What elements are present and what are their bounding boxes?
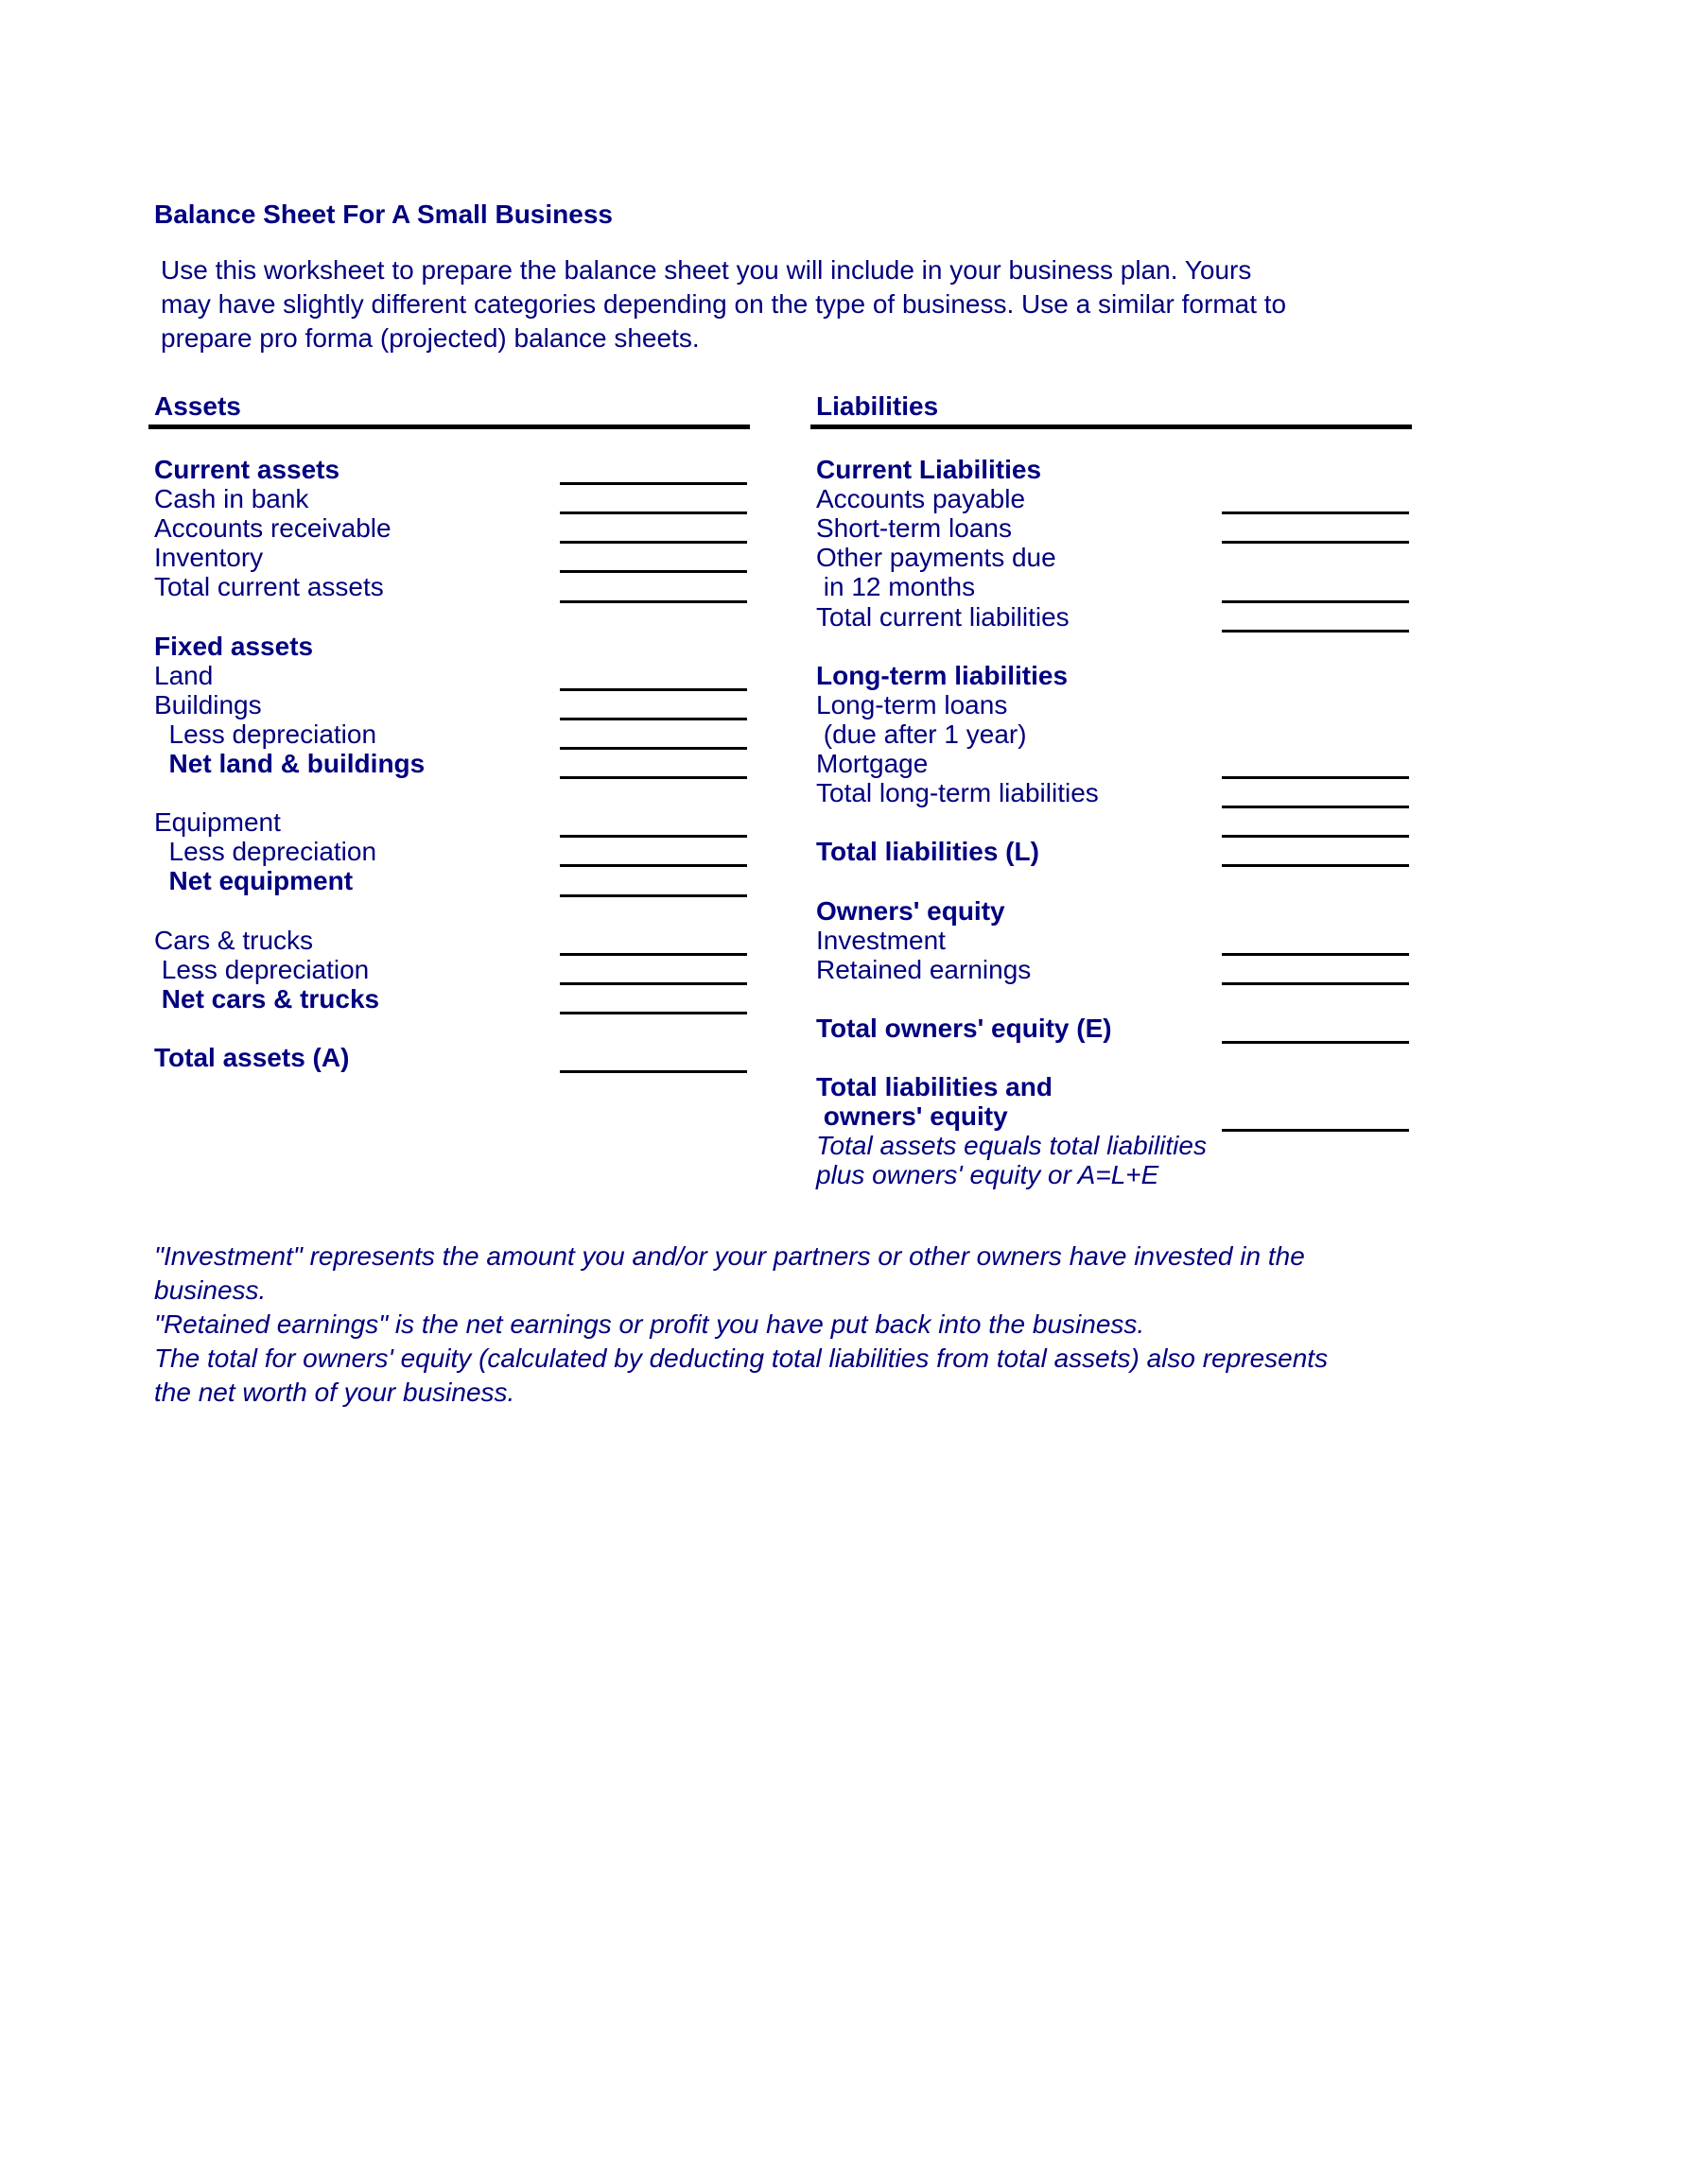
liability-row-label: Total liabilities (L) [816,837,1039,867]
liability-row-label: Owners' equity [816,895,1005,926]
asset-amount-blank[interactable] [560,482,747,486]
liability-row-label: Long-term loans [816,689,1008,719]
liability-row-label: Total long-term liabilities [816,778,1099,808]
asset-row-label: Equipment [154,807,281,838]
liability-row-label: Investment [816,925,946,955]
asset-amount-blank[interactable] [560,511,747,515]
asset-amount-blank[interactable] [560,1070,747,1074]
asset-amount-blank[interactable] [560,864,747,868]
asset-row-label: Current assets [154,455,340,484]
asset-amount-blank[interactable] [560,981,747,985]
asset-amount-blank[interactable] [560,776,747,780]
asset-row-label: Net land & buildings [154,749,426,778]
intro-paragraph: Use this worksheet to prepare the balanc… [161,253,1390,355]
intro-line: prepare pro forma (projected) balance sh… [161,323,700,353]
liabilities-header-rule [810,425,1412,429]
asset-row-label: Total assets (A) [154,1043,350,1072]
asset-row-label: Less depreciation [154,954,370,984]
footnote-line: "Retained earnings" is the net earnings … [154,1309,1145,1339]
asset-amount-blank[interactable] [560,1011,747,1014]
liability-amount-blank[interactable] [1222,864,1409,868]
liability-row-label: owners' equity [816,1101,1008,1132]
liabilities-header: Liabilities [816,391,939,421]
liability-row-label: Total owners' equity (E) [816,1013,1112,1043]
asset-row-label: Less depreciation [154,837,377,867]
footnote-line: "Investment" represents the amount you a… [154,1241,1305,1271]
liability-row-label: Total current liabilities [816,601,1070,632]
liability-row-label: Accounts payable [816,484,1026,514]
asset-row-label: Buildings [154,689,262,719]
liability-row-label: Other payments due [816,543,1056,573]
footnote-line: the net worth of your business. [154,1378,515,1407]
liability-row-label: Short-term loans [816,513,1012,544]
liability-amount-blank[interactable] [1222,776,1409,780]
asset-amount-blank[interactable] [560,835,747,839]
asset-amount-blank[interactable] [560,599,747,603]
asset-amount-blank[interactable] [560,687,747,691]
asset-amount-blank[interactable] [560,541,747,545]
asset-row-label: Net equipment [154,866,354,896]
asset-row-label: Fixed assets [154,631,314,661]
liability-amount-blank[interactable] [1222,806,1409,809]
asset-amount-blank[interactable] [560,952,747,956]
liability-amount-blank[interactable] [1222,835,1409,839]
asset-row-label: Less depreciation [154,719,377,749]
liability-amount-blank[interactable] [1222,629,1409,633]
liability-amount-blank[interactable] [1222,511,1409,515]
asset-row-label: Cars & trucks [154,925,314,955]
asset-row-label: Cash in bank [154,484,309,514]
assets-header-rule [148,425,750,429]
liability-row-label: Retained earnings [816,954,1032,984]
page-title: Balance Sheet For A Small Business [154,199,613,229]
asset-row-label: Inventory [154,543,264,573]
liability-amount-blank[interactable] [1222,1129,1409,1133]
footnotes: "Investment" represents the amount you a… [154,1239,1402,1410]
liability-amount-blank[interactable] [1222,1041,1409,1044]
liability-amount-blank[interactable] [1222,599,1409,603]
asset-amount-blank[interactable] [560,717,747,720]
footnote-line: business. [154,1275,267,1305]
intro-line: may have slightly different categories d… [161,289,1287,319]
liability-row-label: Total assets equals total liabilities [816,1131,1207,1161]
liability-row-label: Mortgage [816,749,929,778]
liability-row-label: Current Liabilities [816,455,1042,484]
asset-row-label: Land [154,660,214,690]
asset-amount-blank[interactable] [560,570,747,574]
liability-amount-blank[interactable] [1222,981,1409,985]
liability-amount-blank[interactable] [1222,541,1409,545]
liability-row-label: (due after 1 year) [816,719,1027,749]
liability-amount-blank[interactable] [1222,952,1409,956]
asset-amount-blank[interactable] [560,893,747,897]
intro-line: Use this worksheet to prepare the balanc… [161,255,1252,285]
liability-row-label: Long-term liabilities [816,660,1069,690]
asset-row-label: Total current assets [154,572,384,602]
liability-row-label: plus owners' equity or A=L+E [816,1160,1159,1190]
assets-header: Assets [154,391,241,421]
asset-amount-blank[interactable] [560,747,747,750]
liability-row-label: in 12 months [816,572,976,602]
liability-row-label: Total liabilities and [816,1072,1053,1102]
footnote-line: The total for owners' equity (calculated… [154,1343,1329,1373]
asset-row-label: Net cars & trucks [154,983,380,1014]
asset-row-label: Accounts receivable [154,513,392,544]
